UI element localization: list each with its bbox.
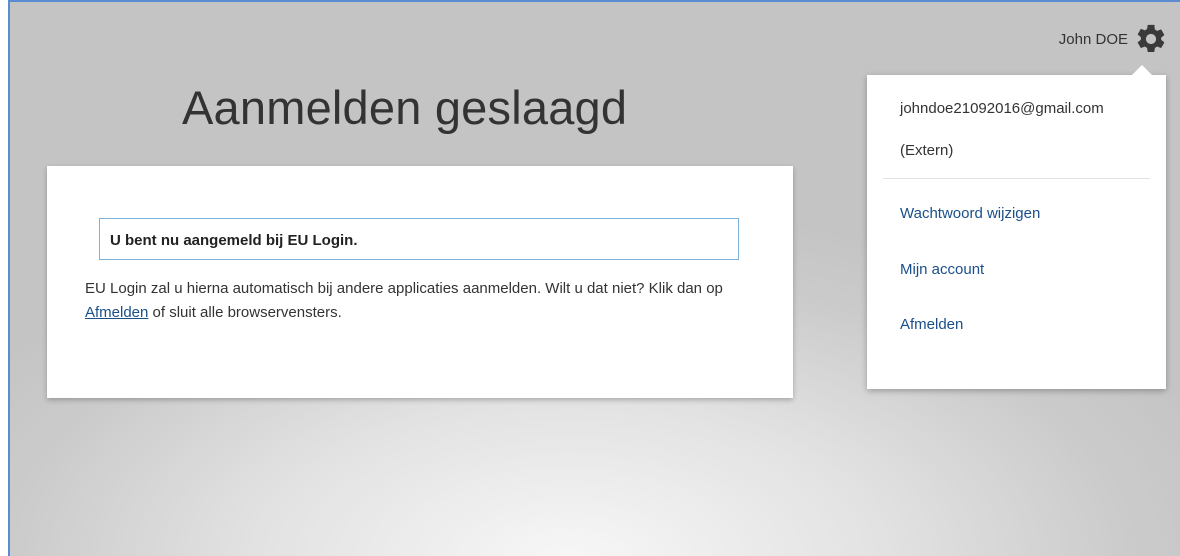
logout-menu-link[interactable]: Afmelden [900, 316, 963, 333]
user-dropdown-menu: johndoe21092016@gmail.com (Extern) Wacht… [867, 65, 1166, 389]
page-title: Aanmelden geslaagd [182, 81, 628, 134]
info-text-after-link: of sluit alle browservensters. [148, 304, 342, 321]
info-text-before-link: EU Login zal u hierna automatisch bij an… [85, 280, 723, 297]
gear-icon[interactable] [1134, 22, 1168, 56]
login-success-card: U bent nu aangemeld bij EU Login. EU Log… [47, 166, 793, 398]
logout-link[interactable]: Afmelden [85, 304, 148, 321]
info-text: EU Login zal u hierna automatisch bij an… [85, 277, 775, 325]
account-type: (Extern) [900, 142, 954, 159]
change-password-link[interactable]: Wachtwoord wijzigen [900, 205, 1040, 222]
user-email: johndoe21092016@gmail.com [900, 100, 1104, 117]
user-menu-toggle[interactable]: John DOE [1059, 22, 1168, 56]
user-name: John DOE [1058, 30, 1128, 48]
menu-divider [883, 178, 1150, 179]
success-notice: U bent nu aangemeld bij EU Login. [99, 218, 739, 260]
dropdown-caret [1132, 65, 1152, 75]
my-account-link[interactable]: Mijn account [900, 261, 984, 278]
page-background: John DOE Aanmelden geslaagd U bent nu aa… [8, 0, 1180, 556]
